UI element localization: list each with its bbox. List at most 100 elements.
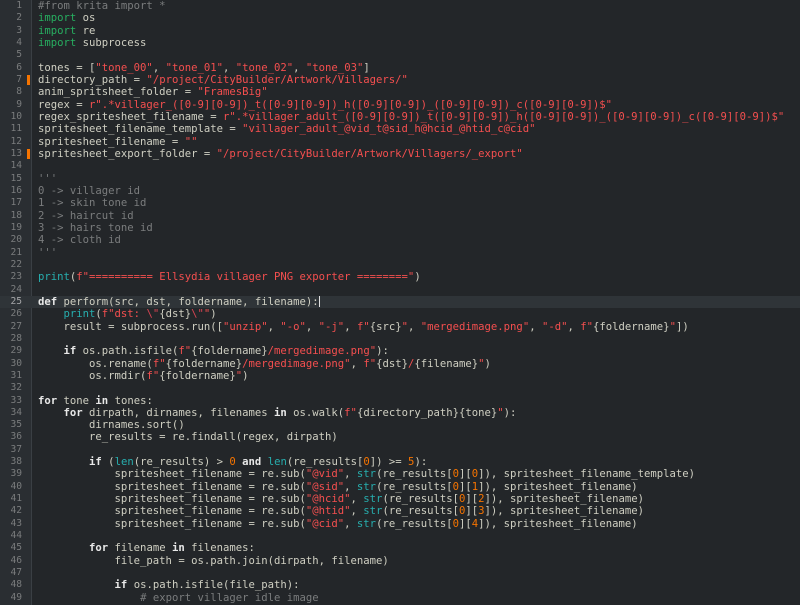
- code-text[interactable]: anim_spritsheet_folder = "FramesBig": [38, 86, 268, 98]
- code-text[interactable]: spritesheet_filename = re.sub("@htid", s…: [38, 505, 644, 517]
- code-token: ,: [350, 493, 364, 506]
- code-line-41[interactable]: 41 spritesheet_filename = re.sub("@hcid"…: [0, 493, 800, 505]
- code-line-21[interactable]: 21 ''': [0, 247, 800, 259]
- line-number: 28: [10, 332, 22, 344]
- code-text[interactable]: import subprocess: [38, 37, 146, 49]
- code-token: spritesheet_filename = re.sub(: [38, 493, 306, 506]
- code-text[interactable]: spritesheet_filename = re.sub("@vid", st…: [38, 468, 695, 480]
- code-line-43[interactable]: 43 spritesheet_filename = re.sub("@cid",…: [0, 518, 800, 530]
- code-text[interactable]: tones = ["tone_00", "tone_01", "tone_02"…: [38, 62, 370, 74]
- code-line-23[interactable]: 23 print(f"========== Ellsydia villager P…: [0, 271, 800, 283]
- code-line-20[interactable]: 20 4 -> cloth id: [0, 234, 800, 246]
- code-text[interactable]: # export villager idle image: [38, 592, 319, 604]
- code-text[interactable]: 0 -> villager id: [38, 185, 140, 197]
- code-token: "FramesBig": [197, 86, 268, 99]
- code-line-4[interactable]: 4 import subprocess: [0, 37, 800, 49]
- code-line-27[interactable]: 27 result = subprocess.run(["unzip", "-o…: [0, 321, 800, 333]
- code-text[interactable]: 2 -> haircut id: [38, 210, 134, 222]
- code-text[interactable]: dirnames.sort(): [38, 419, 185, 431]
- code-line-1[interactable]: 1 #from krita import *: [0, 0, 800, 12]
- code-line-12[interactable]: 12 spritesheet_filename = "": [0, 136, 800, 148]
- code-line-42[interactable]: 42 spritesheet_filename = re.sub("@htid"…: [0, 505, 800, 517]
- code-line-10[interactable]: 10 regex_spritesheet_filename = r".*villa…: [0, 111, 800, 123]
- code-line-14[interactable]: 14: [0, 160, 800, 172]
- code-line-18[interactable]: 18 2 -> haircut id: [0, 210, 800, 222]
- code-line-45[interactable]: 45 for filename in filenames:: [0, 542, 800, 554]
- code-line-49[interactable]: 49 # export villager idle image: [0, 592, 800, 604]
- code-line-8[interactable]: 8 anim_spritsheet_folder = "FramesBig": [0, 86, 800, 98]
- code-text[interactable]: if os.path.isfile(f"{foldername}/mergedi…: [38, 345, 389, 357]
- code-line-34[interactable]: 34 for dirpath, dirnames, filenames in o…: [0, 407, 800, 419]
- code-line-26[interactable]: 26 print(f"dst: \"{dst}\""): [0, 308, 800, 320]
- code-line-48[interactable]: 48 if os.path.isfile(file_path):: [0, 579, 800, 591]
- code-text[interactable]: file_path = os.path.join(dirpath, filena…: [38, 555, 389, 567]
- code-line-33[interactable]: 33 for tone in tones:: [0, 395, 800, 407]
- code-line-19[interactable]: 19 3 -> hairs tone id: [0, 222, 800, 234]
- code-text[interactable]: spritesheet_filename = re.sub("@cid", st…: [38, 518, 638, 530]
- code-text[interactable]: def perform(src, dst, foldername, filena…: [38, 295, 320, 308]
- code-line-7[interactable]: 7 directory_path = "/project/CityBuilder/…: [0, 74, 800, 86]
- code-text[interactable]: directory_path = "/project/CityBuilder/A…: [38, 74, 408, 86]
- code-line-44[interactable]: 44: [0, 530, 800, 542]
- code-text[interactable]: regex_spritesheet_filename = r".*village…: [38, 111, 784, 123]
- code-line-30[interactable]: 30 os.rename(f"{foldername}/mergedimage.…: [0, 358, 800, 370]
- code-line-13[interactable]: 13 spritesheet_export_folder = "/project/…: [0, 148, 800, 160]
- code-line-6[interactable]: 6 tones = ["tone_00", "tone_01", "tone_02…: [0, 62, 800, 74]
- code-line-22[interactable]: 22: [0, 259, 800, 271]
- code-text[interactable]: spritesheet_export_folder = "/project/Ci…: [38, 148, 523, 160]
- code-line-46[interactable]: 46 file_path = os.path.join(dirpath, fil…: [0, 555, 800, 567]
- code-line-5[interactable]: 5: [0, 49, 800, 61]
- code-text[interactable]: re_results = re.findall(regex, dirpath): [38, 431, 338, 443]
- code-text[interactable]: print(f"========== Ellsydia villager PNG…: [38, 271, 421, 283]
- code-line-16[interactable]: 16 0 -> villager id: [0, 185, 800, 197]
- code-token: ]), spritesheet_filename): [484, 493, 644, 506]
- code-text[interactable]: for tone in tones:: [38, 395, 153, 407]
- code-text[interactable]: result = subprocess.run(["unzip", "-o", …: [38, 321, 689, 333]
- code-lines[interactable]: 1 #from krita import * 2 import os 3 import r…: [0, 0, 800, 605]
- code-text[interactable]: if (len(re_results) > 0 and len(re_resul…: [38, 456, 427, 468]
- code-text[interactable]: 1 -> skin tone id: [38, 197, 146, 209]
- code-line-17[interactable]: 17 1 -> skin tone id: [0, 197, 800, 209]
- code-text[interactable]: os.rename(f"{foldername}/mergedimage.png…: [38, 358, 491, 370]
- code-text[interactable]: spritesheet_filename = re.sub("@sid", st…: [38, 481, 638, 493]
- line-number: 21: [10, 246, 22, 258]
- code-text[interactable]: ''': [38, 247, 57, 259]
- code-text[interactable]: ''': [38, 173, 57, 185]
- code-text[interactable]: if os.path.isfile(file_path):: [38, 579, 300, 591]
- line-number: 27: [10, 320, 22, 332]
- code-line-15[interactable]: 15 ''': [0, 173, 800, 185]
- code-line-9[interactable]: 9 regex = r".*villager_([0-9][0-9])_t([0-…: [0, 99, 800, 111]
- code-line-38[interactable]: 38 if (len(re_results) > 0 and len(re_re…: [0, 456, 800, 468]
- code-line-31[interactable]: 31 os.rmdir(f"{foldername}"): [0, 370, 800, 382]
- code-text[interactable]: import os: [38, 12, 95, 24]
- code-editor[interactable]: 1 #from krita import * 2 import os 3 import r…: [0, 0, 800, 605]
- code-line-47[interactable]: 47: [0, 567, 800, 579]
- code-line-29[interactable]: 29 if os.path.isfile(f"{foldername}/merg…: [0, 345, 800, 357]
- code-line-28[interactable]: 28: [0, 333, 800, 345]
- code-text[interactable]: spritesheet_filename_template = "village…: [38, 123, 536, 135]
- code-text[interactable]: #from krita import *: [38, 0, 166, 12]
- code-line-37[interactable]: 37: [0, 444, 800, 456]
- code-line-40[interactable]: 40 spritesheet_filename = re.sub("@sid",…: [0, 481, 800, 493]
- line-number: 22: [10, 258, 22, 270]
- code-line-11[interactable]: 11 spritesheet_filename_template = "villa…: [0, 123, 800, 135]
- code-line-39[interactable]: 39 spritesheet_filename = re.sub("@vid",…: [0, 468, 800, 480]
- code-token: if: [63, 345, 77, 358]
- code-line-36[interactable]: 36 re_results = re.findall(regex, dirpat…: [0, 431, 800, 443]
- code-text[interactable]: spritesheet_filename = re.sub("@hcid", s…: [38, 493, 644, 505]
- code-text[interactable]: spritesheet_filename = "": [38, 136, 197, 148]
- code-text[interactable]: 4 -> cloth id: [38, 234, 121, 246]
- code-line-24[interactable]: 24: [0, 284, 800, 296]
- code-line-32[interactable]: 32: [0, 382, 800, 394]
- code-line-35[interactable]: 35 dirnames.sort(): [0, 419, 800, 431]
- code-text[interactable]: os.rmdir(f"{foldername}"): [38, 370, 249, 382]
- code-text[interactable]: import re: [38, 25, 95, 37]
- code-text[interactable]: for dirpath, dirnames, filenames in os.w…: [38, 407, 517, 419]
- code-line-3[interactable]: 3 import re: [0, 25, 800, 37]
- code-text[interactable]: 3 -> hairs tone id: [38, 222, 153, 234]
- code-text[interactable]: for filename in filenames:: [38, 542, 255, 554]
- code-text[interactable]: print(f"dst: \"{dst}\""): [38, 308, 217, 320]
- code-line-25[interactable]: 25 def perform(src, dst, foldername, file…: [0, 295, 800, 309]
- code-line-2[interactable]: 2 import os: [0, 12, 800, 24]
- code-text[interactable]: regex = r".*villager_([0-9][0-9])_t([0-9…: [38, 99, 612, 111]
